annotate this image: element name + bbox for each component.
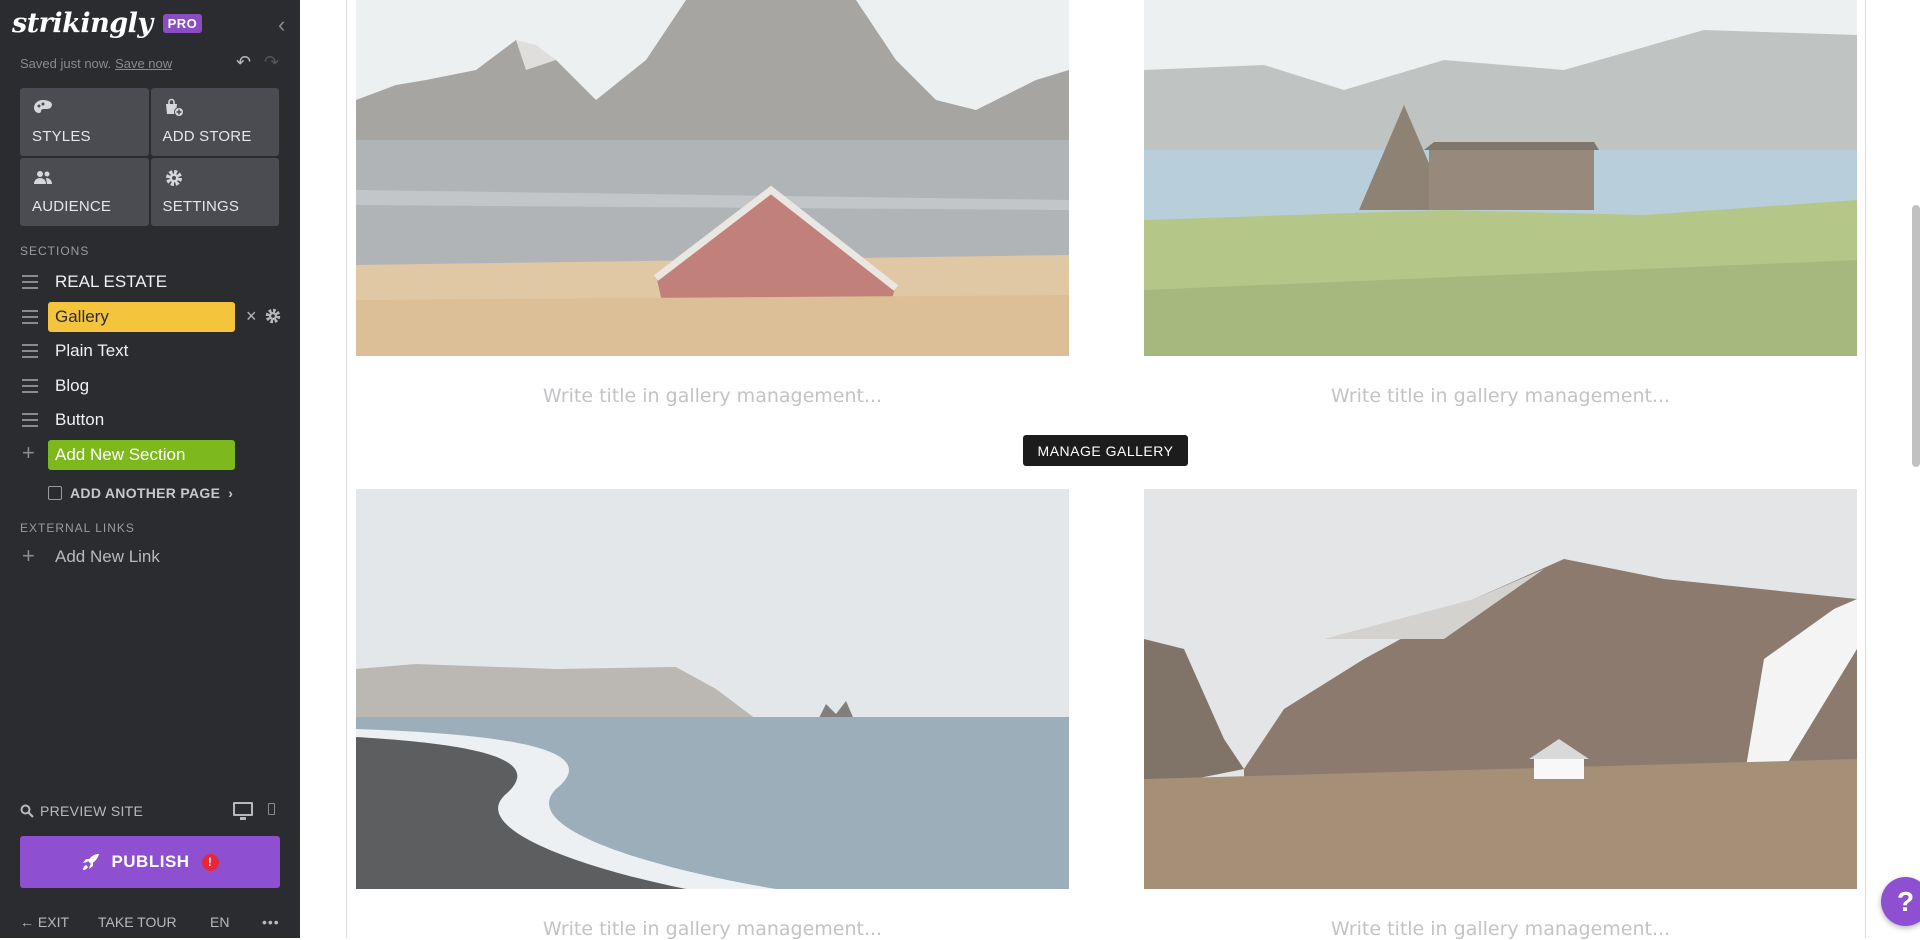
add-another-page-button[interactable]: ADD ANOTHER PAGE ›	[48, 485, 233, 501]
add-new-section-row[interactable]: + Add New Section	[0, 438, 300, 472]
gallery-caption[interactable]: Write title in gallery management...	[356, 918, 1069, 940]
settings-button[interactable]: SETTINGS	[150, 158, 279, 226]
section-label: Button	[55, 410, 105, 429]
section-item-plain-text[interactable]: Plain Text	[0, 334, 300, 368]
site-canvas: Write title in gallery management... Wri…	[300, 0, 1920, 940]
audience-label: AUDIENCE	[32, 198, 112, 215]
audience-button[interactable]: AUDIENCE	[20, 158, 149, 226]
help-button[interactable]: ?	[1881, 877, 1920, 926]
external-links-heading: EXTERNAL LINKS	[20, 521, 135, 535]
take-tour-button[interactable]: TAKE TOUR	[98, 914, 177, 930]
strikingly-logo: strikingly	[12, 8, 153, 39]
desktop-icon[interactable]	[233, 802, 253, 820]
pro-badge: PRO	[162, 14, 203, 33]
brand: strikingly PRO	[12, 8, 203, 39]
store-icon	[165, 98, 184, 117]
more-options-icon[interactable]: •••	[262, 914, 280, 930]
undo-icon[interactable]: ↶	[236, 52, 251, 73]
settings-label: SETTINGS	[162, 198, 240, 215]
section-label: Blog	[55, 376, 90, 395]
drag-handle-icon[interactable]	[22, 275, 38, 293]
editor-tiles: STYLES ADD STORE AUDIENCE SETTINGS	[20, 88, 279, 226]
drag-handle-icon[interactable]	[22, 310, 38, 328]
drag-handle-icon[interactable]	[22, 344, 38, 362]
section-settings-icon[interactable]	[264, 307, 282, 325]
gallery-caption[interactable]: Write title in gallery management...	[1144, 918, 1857, 940]
search-icon	[20, 804, 34, 818]
pages-icon	[48, 486, 62, 500]
redo-icon[interactable]: ↷	[264, 52, 279, 73]
editor-sidebar: strikingly PRO ‹ Saved just now. Save now…	[0, 0, 300, 938]
language-button[interactable]: EN	[210, 914, 229, 930]
exit-button[interactable]: ← EXIT	[20, 914, 69, 930]
manage-gallery-button[interactable]: MANAGE GALLERY	[1023, 435, 1188, 466]
section-item-blog[interactable]: Blog	[0, 369, 300, 403]
publish-button[interactable]: PUBLISH !	[20, 836, 280, 888]
gallery-photo-mountain-red-cabin	[356, 0, 1069, 356]
gear-icon	[165, 170, 182, 186]
section-item-button[interactable]: Button	[0, 403, 300, 437]
gallery-image[interactable]	[356, 0, 1069, 356]
add-another-page-label: ADD ANOTHER PAGE	[70, 485, 221, 501]
chevron-right-icon: ›	[228, 485, 234, 501]
sections-heading: SECTIONS	[20, 244, 90, 258]
save-status-text: Saved just now.	[20, 56, 112, 71]
preview-site-label: PREVIEW SITE	[40, 803, 144, 819]
gallery-image[interactable]	[1144, 489, 1857, 889]
save-status: Saved just now. Save now	[20, 56, 172, 71]
gallery-photo-valley-church	[1144, 489, 1857, 889]
drag-handle-icon[interactable]	[22, 379, 38, 397]
save-now-link[interactable]: Save now	[115, 56, 172, 71]
add-store-button[interactable]: ADD STORE	[150, 88, 279, 156]
gallery-image[interactable]	[356, 489, 1069, 889]
rocket-icon	[83, 854, 100, 870]
preview-site-button[interactable]: PREVIEW SITE	[20, 803, 143, 819]
add-store-label: ADD STORE	[162, 128, 252, 145]
frame-divider	[1865, 0, 1866, 938]
people-icon	[34, 171, 52, 184]
publish-alert-badge: !	[201, 853, 219, 871]
mobile-icon[interactable]	[268, 803, 275, 815]
styles-button[interactable]: STYLES	[20, 88, 149, 156]
gallery-photo-a-frame-house	[1144, 0, 1857, 356]
drag-handle-icon[interactable]	[22, 413, 38, 431]
section-label: Plain Text	[55, 341, 129, 360]
palette-icon	[34, 100, 52, 113]
collapse-sidebar-icon[interactable]: ‹	[278, 12, 285, 38]
exit-label: EXIT	[37, 914, 70, 930]
styles-label: STYLES	[32, 128, 91, 145]
section-label: Gallery	[48, 302, 235, 332]
add-new-link-button[interactable]: Add New Link	[55, 547, 160, 567]
scrollbar-thumb[interactable]	[1912, 205, 1920, 467]
section-label: REAL ESTATE	[55, 272, 168, 291]
plus-icon: +	[22, 543, 35, 568]
frame-divider	[346, 0, 347, 938]
gallery-photo-black-beach	[356, 489, 1069, 889]
gallery-image[interactable]	[1144, 0, 1857, 356]
scrollbar-track[interactable]	[1914, 0, 1920, 938]
gallery-caption[interactable]: Write title in gallery management...	[1144, 385, 1857, 407]
section-item-gallery[interactable]: Gallery ×	[0, 300, 300, 334]
plus-icon: +	[22, 440, 35, 465]
add-new-section-button[interactable]: Add New Section	[48, 440, 235, 470]
publish-label: PUBLISH	[111, 852, 190, 871]
delete-section-icon[interactable]: ×	[246, 306, 257, 327]
section-item-real-estate[interactable]: REAL ESTATE	[0, 265, 300, 299]
gallery-caption[interactable]: Write title in gallery management...	[356, 385, 1069, 407]
arrow-left-icon: ←	[20, 914, 34, 930]
